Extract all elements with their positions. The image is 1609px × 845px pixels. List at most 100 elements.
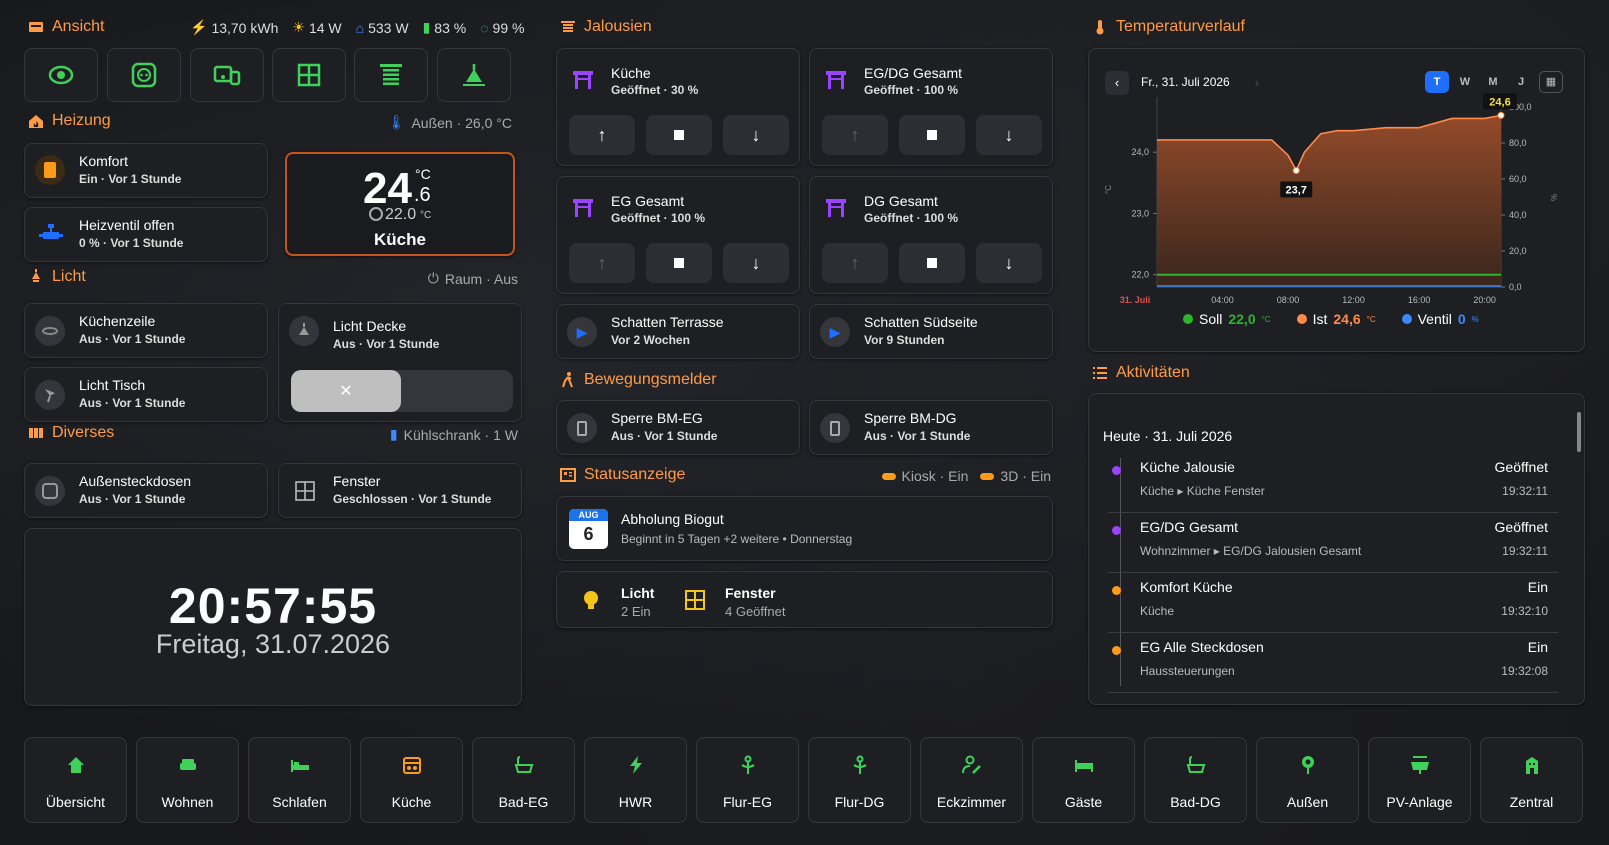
house-power-icon: ⌂	[355, 19, 365, 36]
sperre-bm-eg-label: Sperre BM-EG	[611, 410, 703, 426]
scrollbar[interactable]	[1577, 412, 1581, 452]
view-button-blinds[interactable]	[354, 48, 428, 102]
fenster-tile[interactable]: Fenster Geschlossen · Vor 1 Stunde	[278, 463, 522, 518]
jalousie-kueche-down[interactable]: ↓	[723, 115, 789, 155]
nav-zentral[interactable]: Zentral	[1480, 737, 1583, 823]
jalousie-egdg-down[interactable]: ↓	[976, 115, 1042, 155]
activity-state: Geöffnet	[1494, 519, 1548, 535]
nav-pv-anlage[interactable]: PV-Anlage	[1368, 737, 1471, 823]
komfort-tile[interactable]: Komfort Ein · Vor 1 Stunde	[24, 143, 268, 198]
thermostat-card[interactable]: 24 °C .6 22.0 °C Küche	[285, 152, 515, 256]
nav-gaeste[interactable]: Gäste	[1032, 737, 1135, 823]
event-title: Abholung Biogut	[621, 511, 724, 527]
activity-row[interactable]: EG/DG Gesamt Geöffnet Wohnzimmer ▸ EG/DG…	[1108, 515, 1558, 573]
view-button-eye[interactable]	[24, 48, 98, 102]
nav-wohnen[interactable]: Wohnen	[136, 737, 239, 823]
jalousie-kueche-stop[interactable]	[646, 115, 712, 155]
coat-hanger-icon	[741, 755, 755, 774]
jalousie-dg-up[interactable]: ↑	[822, 243, 888, 283]
temp-unit: °C	[415, 166, 431, 182]
activity-time: 19:32:10	[1501, 604, 1548, 618]
activity-row[interactable]: Komfort Küche Ein Küche 19:32:10	[1108, 575, 1558, 633]
fridge-icon: ▮	[389, 426, 398, 442]
activity-title: Komfort Küche	[1140, 579, 1233, 595]
view-button-window[interactable]	[272, 48, 346, 102]
jalousie-eg-down[interactable]: ↓	[723, 243, 789, 283]
jalousie-egdg[interactable]: EG/DG Gesamt Geöffnet · 100 % ↑ ↓	[809, 48, 1053, 166]
calendar-event-card[interactable]: AUG 6 Abholung Biogut Beginnt in 5 Tagen…	[556, 496, 1053, 561]
licht-room-status[interactable]: ⏻ Raum · Aus	[428, 270, 518, 287]
blind-purple-icon	[573, 71, 593, 89]
fenster-status: Geschlossen · Vor 1 Stunde	[333, 492, 492, 506]
jalousie-eg-up[interactable]: ↑	[569, 243, 635, 283]
coat-hanger-icon	[853, 755, 867, 774]
komfort-icon	[35, 155, 65, 185]
legend-soll: Soll 22,0 °C	[1183, 311, 1271, 327]
licht-tisch-label: Licht Tisch	[79, 377, 146, 393]
kuechenzeile-status: Aus · Vor 1 Stunde	[79, 332, 186, 346]
heizung-title: Heizung	[28, 112, 111, 130]
jalousie-kueche-up[interactable]: ↑	[569, 115, 635, 155]
licht-tisch-status: Aus · Vor 1 Stunde	[79, 396, 186, 410]
jalousie-dg[interactable]: DG Gesamt Geöffnet · 100 % ↑ ↓	[809, 176, 1053, 294]
socket-icon	[131, 62, 157, 88]
view-button-devices[interactable]	[190, 48, 264, 102]
thermometer-icon: 🌡︎	[387, 114, 406, 130]
jalousie-kueche[interactable]: Küche Geöffnet · 30 % ↑ ↓	[556, 48, 800, 166]
flower-icon	[1302, 756, 1314, 774]
activity-row[interactable]: EG Alle Steckdosen Ein Haussteuerungen 1…	[1108, 635, 1558, 693]
nav-schlafen[interactable]: Schlafen	[248, 737, 351, 823]
view-button-lamp[interactable]	[437, 48, 511, 102]
nav-bad-dg[interactable]: Bad-DG	[1144, 737, 1247, 823]
nav-bad-eg[interactable]: Bad-EG	[472, 737, 575, 823]
solar-icon: ⚡	[190, 19, 208, 35]
nav-flur-dg[interactable]: Flur-DG	[808, 737, 911, 823]
jalousie-dg-down[interactable]: ↓	[976, 243, 1042, 283]
devices-icon	[213, 65, 241, 86]
sofa-icon	[180, 759, 196, 770]
kuechenzeile-tile[interactable]: Küchenzeile Aus · Vor 1 Stunde	[24, 303, 268, 358]
heizventil-tile[interactable]: Heizventil offen 0 % · Vor 1 Stunde	[24, 207, 268, 262]
activity-time: 19:32:11	[1502, 544, 1548, 558]
licht-decke-tile[interactable]: Licht Decke Aus · Vor 1 Stunde ✕	[278, 303, 522, 422]
ceiling-light-icon	[289, 316, 319, 346]
x-tick-label: 16:00	[1408, 295, 1431, 305]
status-toggles[interactable]: Kiosk · Ein 3D · Ein	[881, 468, 1051, 484]
arrow-up-icon: ↑	[850, 252, 860, 273]
nav-uebersicht[interactable]: Übersicht	[24, 737, 127, 823]
schatten-terrasse[interactable]: ▶ Schatten Terrasse Vor 2 Wochen	[556, 304, 800, 359]
licht-decke-slider[interactable]: ✕	[291, 370, 513, 412]
aussensteckdosen-tile[interactable]: Außensteckdosen Aus · Vor 1 Stunde	[24, 463, 268, 518]
nav-kueche[interactable]: Küche	[360, 737, 463, 823]
event-subtitle: Beginnt in 5 Tagen +2 weitere • Donnerst…	[621, 532, 853, 546]
licht-tisch-tile[interactable]: Licht Tisch Aus · Vor 1 Stunde	[24, 367, 268, 422]
jalousie-eg[interactable]: EG Gesamt Geöffnet · 100 % ↑ ↓	[556, 176, 800, 294]
play-icon[interactable]: ▶	[820, 317, 850, 347]
nav-aussen[interactable]: Außen	[1256, 737, 1359, 823]
activity-dot	[1112, 586, 1121, 595]
kuehlschrank-power: ▮ Kühlschrank · 1 W	[389, 426, 518, 443]
chart-legend: Soll 22,0 °C Ist 24,6 °C Ventil 0%	[1183, 311, 1479, 327]
stat-energy: ⚡ 13,70 kWh	[190, 19, 279, 36]
jalousie-egdg-up[interactable]: ↑	[822, 115, 888, 155]
clock-card: 20:57:55 Freitag, 31.07.2026	[24, 528, 522, 706]
nav-eckzimmer[interactable]: Eckzimmer	[920, 737, 1023, 823]
activity-title: EG/DG Gesamt	[1140, 519, 1239, 535]
play-icon[interactable]: ▶	[567, 317, 597, 347]
activity-row[interactable]: Küche Jalousie Geöffnet Küche ▸ Küche Fe…	[1108, 455, 1558, 513]
jalousie-eg-stop[interactable]	[646, 243, 712, 283]
y-axis-unit: °C	[1104, 185, 1113, 194]
sperre-bm-dg[interactable]: Sperre BM-DG Aus · Vor 1 Stunde	[809, 400, 1053, 455]
schatten-suedseite[interactable]: ▶ Schatten Südseite Vor 9 Stunden	[809, 304, 1053, 359]
jalousie-egdg-stop[interactable]	[899, 115, 965, 155]
status-icon	[560, 468, 576, 482]
view-button-socket[interactable]	[107, 48, 181, 102]
activity-title: EG Alle Steckdosen	[1140, 639, 1264, 655]
nav-hwr[interactable]: HWR	[584, 737, 687, 823]
stove-icon	[403, 757, 421, 774]
nav-flur-eg[interactable]: Flur-EG	[696, 737, 799, 823]
toggle-icon	[980, 472, 995, 480]
person-edit-icon	[962, 755, 981, 774]
jalousie-dg-stop[interactable]	[899, 243, 965, 283]
sperre-bm-eg[interactable]: Sperre BM-EG Aus · Vor 1 Stunde	[556, 400, 800, 455]
